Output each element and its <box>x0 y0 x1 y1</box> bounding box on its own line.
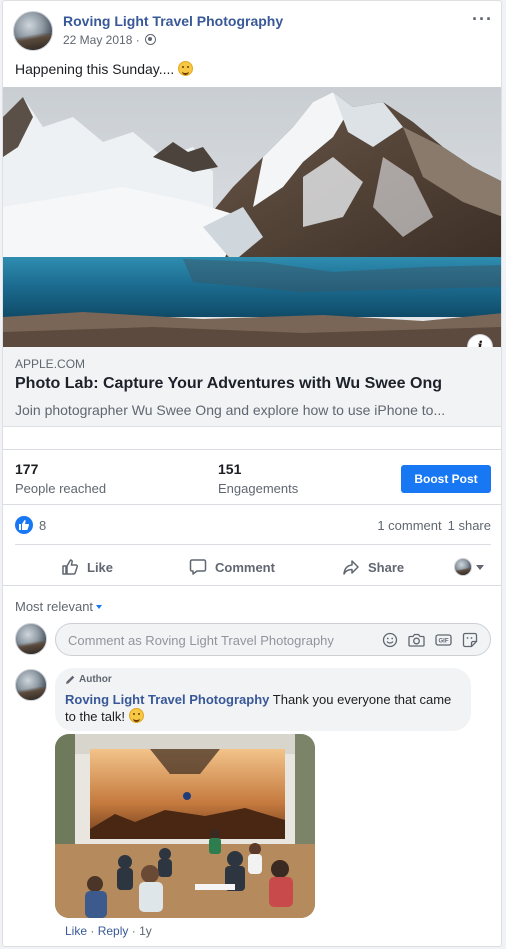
globe-icon <box>145 34 157 45</box>
viewer-avatar <box>454 558 472 576</box>
comment-photo[interactable] <box>55 734 315 918</box>
link-domain: APPLE.COM <box>15 357 86 371</box>
author-badge-label: Author <box>79 674 112 685</box>
post-message-text: Happening this Sunday.... <box>15 61 179 77</box>
post-header: Roving Light Travel Photography 22 May 2… <box>3 1 501 53</box>
boost-post-button[interactable]: Boost Post <box>401 465 491 493</box>
post-timestamp[interactable]: 22 May 2018 · <box>63 33 157 47</box>
comment-input-placeholder: Comment as Roving Light Travel Photograp… <box>68 633 334 648</box>
engagements-label: Engagements <box>218 481 299 496</box>
comment-text: Roving Light Travel Photography Thank yo… <box>65 691 457 725</box>
like-icon <box>62 559 79 575</box>
smiley-emoji <box>178 61 194 76</box>
comment-time[interactable]: 1y <box>139 924 152 938</box>
divider <box>3 585 501 586</box>
comment-sort-label: Most relevant <box>15 599 94 614</box>
comment-author-name[interactable]: Roving Light Travel Photography <box>65 692 269 707</box>
people-reached-label: People reached <box>15 481 107 496</box>
divider <box>3 504 501 505</box>
comment-reply-link[interactable]: Reply <box>98 924 129 938</box>
post-as-selector[interactable] <box>454 558 484 576</box>
more-icon[interactable]: ··· <box>472 9 493 30</box>
page-name-link[interactable]: Roving Light Travel Photography <box>63 13 283 29</box>
share-count-link[interactable]: 1 share <box>448 518 491 533</box>
link-description: Join photographer Wu Swee Ong and explor… <box>15 402 446 418</box>
link-title[interactable]: Photo Lab: Capture Your Adventures with … <box>15 375 442 393</box>
comment-input[interactable]: Comment as Roving Light Travel Photograp… <box>55 623 491 656</box>
meta-separator: · <box>131 924 136 938</box>
divider <box>3 449 501 450</box>
people-reached-value: 177 <box>15 461 39 477</box>
post-date-text[interactable]: 22 May 2018 · <box>63 33 140 47</box>
link-preview-box[interactable]: APPLE.COM Photo Lab: Capture Your Advent… <box>3 347 501 427</box>
like-label: Like <box>87 559 114 575</box>
post-message: Happening this Sunday.... <box>15 61 194 77</box>
page-avatar[interactable] <box>13 11 53 51</box>
like-reaction-icon[interactable] <box>15 516 33 534</box>
reaction-count[interactable]: 8 <box>39 518 46 533</box>
comment-like-link[interactable]: Like <box>65 924 87 938</box>
camera-icon[interactable] <box>408 632 425 648</box>
chevron-down-icon <box>96 605 103 609</box>
chevron-down-icon <box>476 564 484 570</box>
share-button[interactable]: Share <box>342 553 404 581</box>
svg-text:GIF: GIF <box>439 639 449 645</box>
engagement-summary: 1 comment 1 share <box>371 518 491 533</box>
divider <box>15 544 491 545</box>
emoji-icon[interactable] <box>382 632 398 648</box>
meta-separator: · <box>90 924 95 938</box>
like-button[interactable]: Like <box>61 553 113 581</box>
event-photo-image <box>55 734 315 918</box>
comment-author-avatar[interactable] <box>15 669 47 701</box>
engagements-value: 151 <box>218 461 242 477</box>
edit-pencil-icon <box>66 675 75 684</box>
smiley-emoji <box>128 708 144 723</box>
share-icon <box>343 560 359 575</box>
comment-input-tools: GIF <box>382 632 478 648</box>
sticker-icon[interactable] <box>462 632 478 648</box>
comment-meta: Like · Reply · 1y <box>65 924 152 938</box>
mountain-lake-image <box>3 87 501 347</box>
share-label: Share <box>368 559 405 575</box>
gif-icon[interactable]: GIF <box>435 632 452 648</box>
comment-bubble: Author Roving Light Travel Photography T… <box>55 668 471 731</box>
comment-button[interactable]: Comment <box>189 553 275 581</box>
comment-label: Comment <box>215 559 275 575</box>
author-badge: Author <box>65 674 112 685</box>
link-preview-image[interactable] <box>3 87 501 347</box>
comment-icon <box>189 559 207 575</box>
comment-sort-dropdown[interactable]: Most relevant <box>15 599 103 614</box>
commenter-avatar <box>15 623 47 655</box>
comment-count-link[interactable]: 1 comment <box>377 518 441 533</box>
post-card: Roving Light Travel Photography 22 May 2… <box>2 0 502 947</box>
